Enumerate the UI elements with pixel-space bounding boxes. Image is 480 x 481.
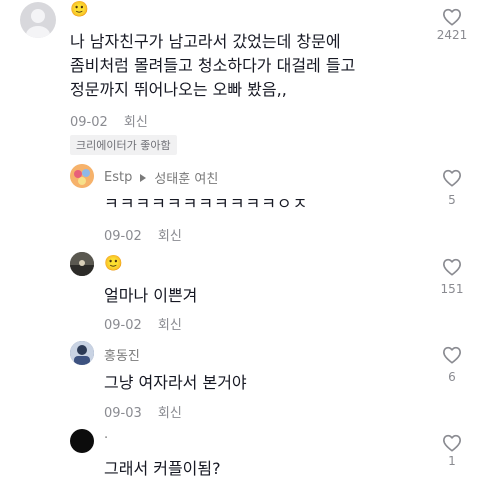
like-count: 1: [448, 454, 456, 468]
comment-meta: 09-02 회신: [104, 225, 182, 244]
like-count: 2421: [436, 28, 468, 42]
creator-liked-badge: 크리에이터가 좋아함: [70, 135, 177, 155]
heart-outline-icon[interactable]: [442, 169, 462, 187]
like-button[interactable]: 151: [432, 258, 472, 296]
comment-date: 09-02: [104, 229, 142, 244]
avatar[interactable]: [70, 164, 94, 188]
like-button[interactable]: 6: [432, 346, 472, 384]
emoji-username: 🙂: [104, 254, 123, 272]
triangle-right-icon: [140, 173, 147, 182]
avatar[interactable]: [70, 341, 94, 365]
avatar[interactable]: [70, 429, 94, 453]
heart-outline-icon[interactable]: [442, 346, 462, 364]
like-count: 151: [440, 282, 464, 296]
reply-header: Estp 성태훈 여친: [104, 168, 218, 187]
heart-outline-icon[interactable]: [442, 434, 462, 452]
reply-button[interactable]: 회신: [124, 115, 148, 130]
like-button[interactable]: 2421: [432, 8, 472, 42]
heart-outline-icon[interactable]: [442, 258, 462, 276]
comment-date: 09-02: [104, 318, 142, 333]
like-button[interactable]: 1: [432, 434, 472, 468]
comment-text: 그냥 여자라서 본거야: [104, 373, 247, 392]
reply-button[interactable]: 회신: [158, 406, 182, 421]
username[interactable]: Estp: [104, 170, 132, 185]
comment-date: 09-02: [70, 115, 108, 130]
reply-to-username[interactable]: 성태훈 여친: [154, 168, 218, 187]
comment-text: 그래서 커플이됨?: [104, 459, 221, 478]
reply-button[interactable]: 회신: [158, 229, 182, 244]
emoji-username: 🙂: [70, 0, 89, 18]
comment-date: 09-03: [104, 406, 142, 421]
comment-meta: 09-03 회신: [104, 402, 182, 421]
like-button[interactable]: 5: [432, 169, 472, 207]
heart-outline-icon[interactable]: [442, 8, 462, 26]
comment-text: 얼마나 이쁜겨: [104, 286, 198, 305]
comment-meta: 09-02 회신: [104, 314, 182, 333]
comment-line: 나 남자친구가 남고라서 갔었는데 창문에: [70, 32, 341, 51]
like-count: 6: [448, 370, 456, 384]
avatar[interactable]: [70, 252, 94, 276]
username[interactable]: 홍동진: [104, 345, 140, 364]
comment-text: ㅋㅋㅋㅋㅋㅋㅋㅋㅋㅋㅋㅇㅈ: [104, 194, 309, 213]
reply-button[interactable]: 회신: [158, 318, 182, 333]
comment-line: 좀비처럼 몰려들고 청소하다가 대걸레 들고: [70, 56, 356, 75]
like-count: 5: [448, 193, 456, 207]
comment-line: 정문까지 뛰어나오는 오빠 봤음,,: [70, 80, 287, 99]
comment-text: 나 남자친구가 남고라서 갔었는데 창문에 좀비처럼 몰려들고 청소하다가 대걸…: [70, 30, 410, 102]
username[interactable]: ·: [104, 431, 108, 446]
avatar[interactable]: [20, 2, 56, 38]
comment-meta: 09-02 회신: [70, 111, 148, 130]
